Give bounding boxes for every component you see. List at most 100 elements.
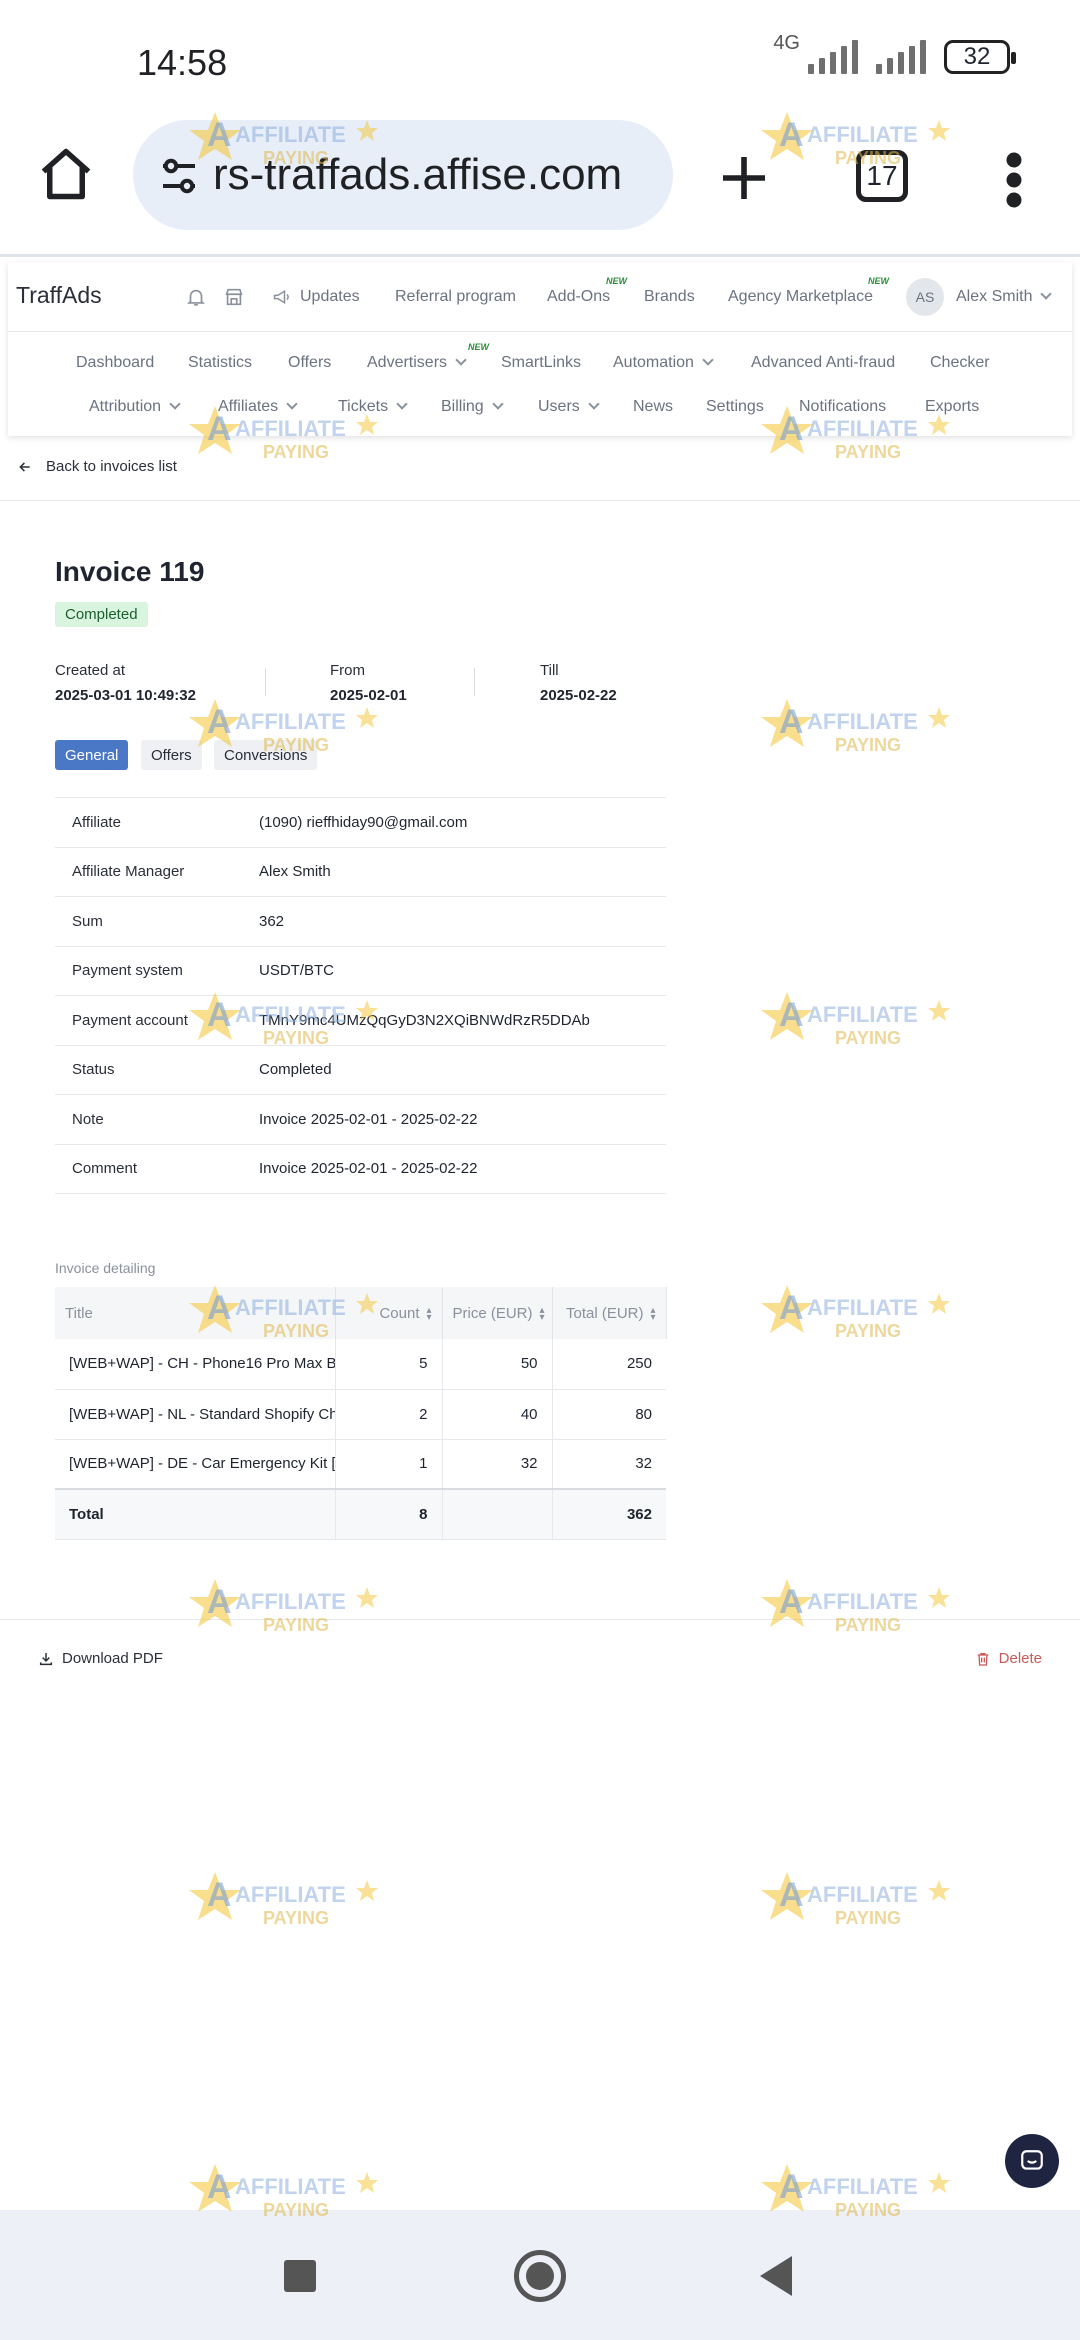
svg-text:AFFILIATE: AFFILIATE [235,709,346,734]
nav-dashboard[interactable]: Dashboard [76,354,154,372]
chevron-down-icon [396,398,408,410]
affiliate-paying-watermark-logo: A AFFILIATEPAYING [761,699,950,755]
back-nav-icon[interactable] [760,2256,792,2296]
column-header-title[interactable]: Title [55,1287,336,1339]
download-pdf-label: Download PDF [62,1650,163,1667]
nav-statistics[interactable]: Statistics [188,354,252,372]
new-tab-icon[interactable] [716,150,772,206]
tab-offers[interactable]: Offers [141,740,202,770]
more-options-icon[interactable] [1004,150,1024,210]
user-menu[interactable]: Alex Smith [956,288,1053,306]
detail-key: Comment [72,1160,138,1178]
nav-notifications[interactable]: Notifications [799,398,886,416]
browser-divider [0,254,1080,257]
referral-program-link[interactable]: Referral program [395,288,516,306]
svg-text:PAYING: PAYING [835,1908,901,1928]
nav-news[interactable]: News [633,398,673,416]
chevron-down-icon [702,354,714,366]
nav-exports[interactable]: Exports [925,398,979,416]
svg-text:AFFILIATE: AFFILIATE [807,2174,918,2199]
nav-advanced-anti-fraud[interactable]: Advanced Anti-fraud [751,354,895,372]
row-title: [WEB+WAP] - CH - Phone16 Pro Max Big [55,1339,335,1390]
nav-affiliates[interactable]: Affiliates [218,398,298,416]
row-count: 5 [334,1339,442,1390]
chevron-down-icon [455,354,467,366]
arrow-left-icon [19,461,30,472]
home-nav-icon[interactable] [514,2250,566,2302]
detail-key: Note [72,1110,104,1128]
back-to-invoices-link[interactable]: Back to invoices list [18,458,177,475]
brands-link[interactable]: Brands [644,288,695,306]
chevron-down-icon [286,398,298,410]
from-value: 2025-02-01 [330,687,407,704]
svg-text:A: A [779,996,804,1034]
bell-icon[interactable] [185,286,207,308]
svg-text:AFFILIATE: AFFILIATE [807,1002,918,1027]
invoice-detailing-label: Invoice detailing [55,1260,156,1276]
detail-value: 362 [259,912,285,930]
detail-key: Status [72,1061,115,1079]
url-text[interactable]: rs-traffads.affise.com [213,150,653,200]
detail-row-status: Status Completed [55,1046,666,1095]
total-count: 8 [334,1488,442,1540]
browser-toolbar: rs-traffads.affise.com 17 [0,120,1080,258]
created-at-label: Created at [55,662,126,679]
tab-switcher-button[interactable]: 17 [856,150,908,202]
nav-users[interactable]: Users [538,398,600,416]
nav-attribution-label: Attribution [89,398,162,415]
battery-icon: 32 [944,40,1016,74]
nav-attribution[interactable]: Attribution [89,398,181,416]
nav-users-label: Users [538,398,580,415]
add-ons-link[interactable]: Add-Ons [547,288,610,306]
column-header-total[interactable]: Total (EUR) ▴ ▾ [552,1287,667,1339]
period-from: From 2025-02-01 [330,662,407,704]
new-badge: NEW [468,342,489,352]
megaphone-icon [273,289,289,305]
row-total: 250 [551,1339,666,1390]
status-time: 14:58 [137,42,228,83]
site-settings-icon[interactable] [155,152,203,200]
nav-settings[interactable]: Settings [706,398,764,416]
nav-automation[interactable]: Automation [613,354,714,372]
chat-support-button[interactable] [1005,2134,1059,2188]
store-icon[interactable] [223,286,245,308]
signal-icon [808,40,858,74]
system-navigation-bar [0,2210,1080,2340]
nav-tickets[interactable]: Tickets [338,398,408,416]
svg-text:A: A [779,1876,804,1914]
agency-marketplace-link[interactable]: Agency Marketplace [728,288,873,306]
table-row: [WEB+WAP] - NL - Standard Shopify Ch 2 4… [55,1389,666,1440]
column-header-count[interactable]: Count ▴ ▾ [335,1287,443,1339]
avatar[interactable]: AS [906,278,944,316]
tab-conversions[interactable]: Conversions [214,740,318,770]
nav-checker[interactable]: Checker [930,354,990,372]
address-bar[interactable]: rs-traffads.affise.com [133,120,673,230]
tab-general[interactable]: General [55,740,129,770]
detail-value: Alex Smith [259,863,331,881]
svg-text:PAYING: PAYING [263,1908,329,1928]
created-at: Created at 2025-03-01 10:49:32 [55,662,196,704]
total-price-empty [441,1488,552,1540]
nav-billing[interactable]: Billing [441,398,504,416]
row-count: 1 [334,1439,442,1490]
nav-offers[interactable]: Offers [288,354,331,372]
chevron-down-icon [169,398,181,410]
detail-key: Sum [72,912,103,930]
nav-smartlinks[interactable]: SmartLinks [501,354,581,372]
nav-advertisers[interactable]: Advertisers [367,354,467,372]
nav-billing-label: Billing [441,398,484,415]
svg-text:AFFILIATE: AFFILIATE [235,2174,346,2199]
updates-link[interactable]: Updates [300,288,360,306]
delete-button[interactable]: Delete [975,1650,1042,1667]
status-icons: 4G 32 [773,32,1016,74]
column-header-price[interactable]: Price (EUR) ▴ ▾ [442,1287,553,1339]
download-pdf-button[interactable]: Download PDF [38,1650,163,1667]
brand-logo[interactable]: TraffAds [16,282,102,309]
new-badge: NEW [606,276,627,286]
home-icon[interactable] [36,144,96,204]
total-label: Total [55,1488,335,1540]
total-sum: 362 [551,1488,666,1540]
recents-icon[interactable] [284,2260,316,2292]
page-divider [0,500,1080,501]
download-icon [39,1652,53,1665]
